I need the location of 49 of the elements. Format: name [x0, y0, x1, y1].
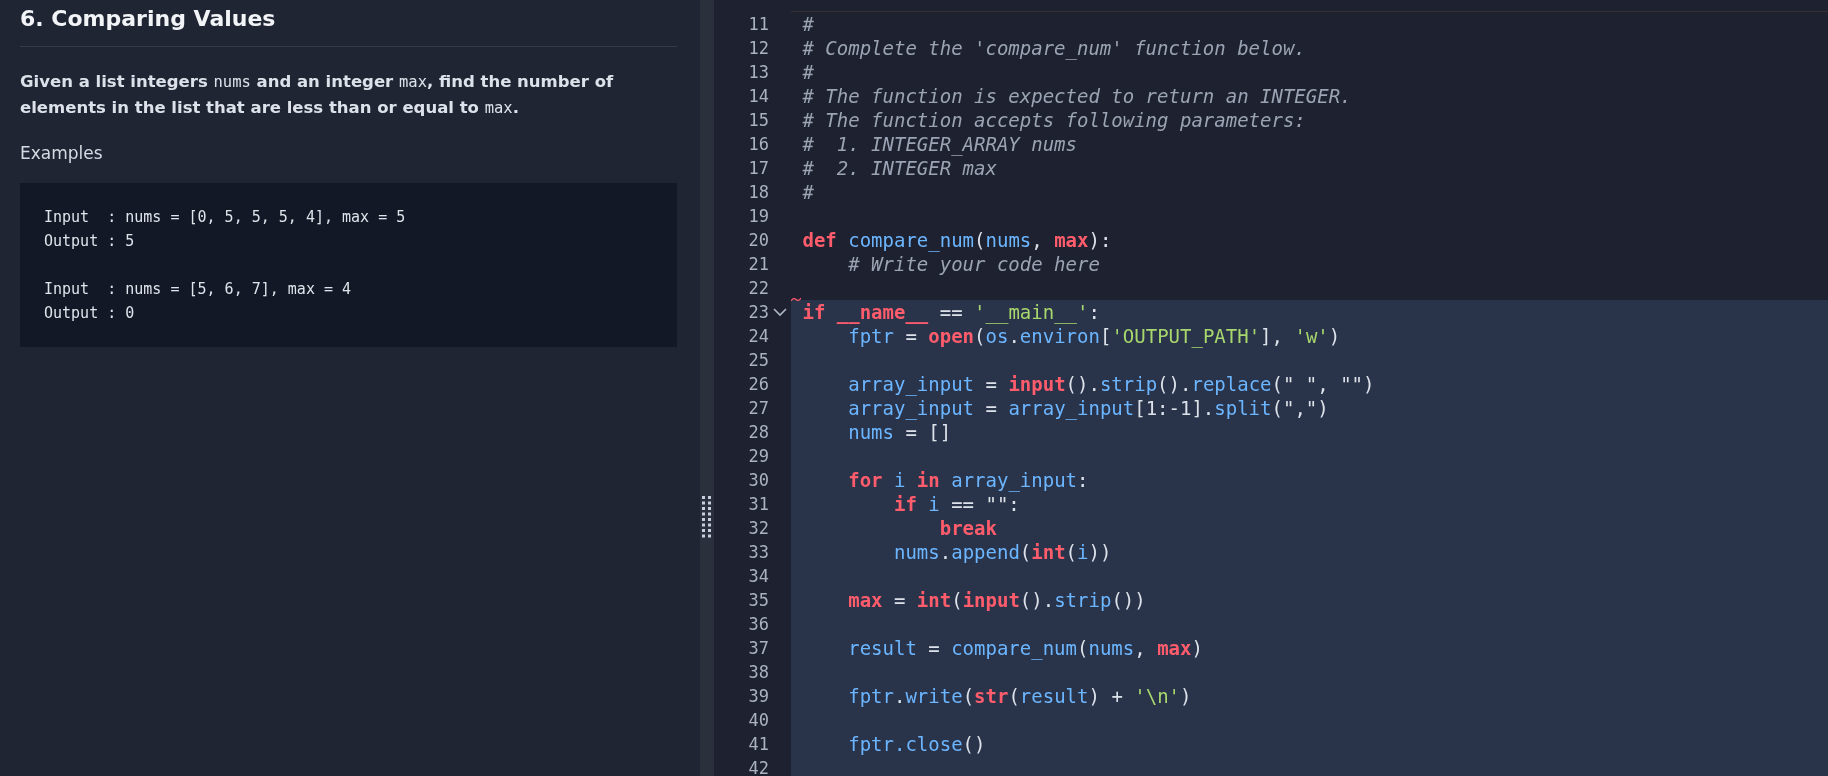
line-number: 31	[748, 494, 769, 514]
examples-heading: Examples	[20, 143, 104, 163]
line-number: 40	[748, 710, 769, 730]
code-line: # The function accepts following parameters:	[801, 108, 1307, 132]
line-number: 33	[748, 542, 769, 562]
grip-icon[interactable]	[702, 496, 712, 538]
line-number: 19	[748, 206, 769, 226]
code-line: def compare_num(nums, max):	[801, 228, 1113, 252]
line-number: 22	[748, 278, 769, 298]
line-number: 12	[748, 38, 769, 58]
problem-description: Given a list integers nums and an integer max, find the number of elements in the list that are less than or equal to max.	[20, 71, 615, 119]
line-number: 28	[748, 422, 769, 442]
code-line: # 1. INTEGER_ARRAY nums	[801, 132, 1078, 156]
line-number: 38	[748, 662, 769, 682]
line-number: 39	[748, 686, 769, 706]
chevron-down-icon[interactable]	[773, 307, 787, 317]
line-number: 17	[748, 158, 769, 178]
line-number: 42	[748, 758, 769, 776]
line-number: 30	[748, 470, 769, 490]
line-number: 35	[748, 590, 769, 610]
line-number: 18	[748, 182, 769, 202]
code-line: # The function is expected to return an INTEGER.	[801, 84, 1353, 108]
code-line: # Complete the 'compare_num' function below.	[801, 36, 1307, 60]
code-line: #	[801, 180, 815, 204]
code-line: #	[801, 60, 815, 84]
line-number: 11	[748, 14, 769, 34]
line-number: 13	[748, 62, 769, 82]
code-line: # Write your code here	[847, 252, 1101, 276]
example-text: Input : nums = [0, 5, 5, 5, 4], max = 5 Output : 5	[44, 207, 407, 252]
line-number: 37	[748, 638, 769, 658]
line-number: 32	[748, 518, 769, 538]
line-number: 41	[748, 734, 769, 754]
line-number: 34	[748, 566, 769, 586]
line-number: 36	[748, 614, 769, 634]
line-number: 24	[748, 326, 769, 346]
line-number: 14	[748, 86, 769, 106]
line-number: 16	[748, 134, 769, 154]
line-number: 20	[748, 230, 769, 250]
line-number: 21	[748, 254, 769, 274]
line-number: 23	[748, 302, 769, 322]
line-number: 26	[748, 374, 769, 394]
problem-title: 6. Comparing Values	[20, 5, 277, 33]
line-number: 27	[748, 398, 769, 418]
line-number: 29	[748, 446, 769, 466]
line-number: 15	[748, 110, 769, 130]
code-line: #	[801, 12, 815, 36]
line-number: 25	[748, 350, 769, 370]
code-line: # 2. INTEGER max	[801, 156, 998, 180]
example-text: Input : nums = [5, 6, 7], max = 4 Output : 0	[44, 279, 353, 324]
